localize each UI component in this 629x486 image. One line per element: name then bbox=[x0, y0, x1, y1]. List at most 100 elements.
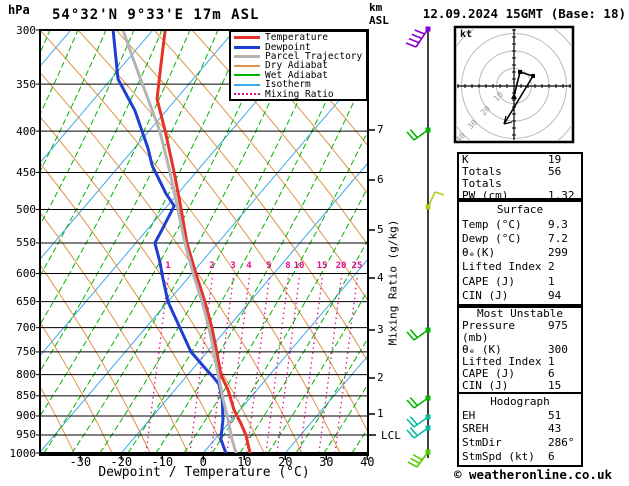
wind-barb-tick bbox=[405, 42, 417, 48]
index-label: Totals Totals bbox=[462, 165, 502, 190]
legend-label: Dry Adiabat bbox=[265, 60, 328, 72]
index-row: CAPE (J) 1 bbox=[462, 274, 578, 288]
wind-barb bbox=[406, 395, 431, 409]
hodograph-unit-label: kt bbox=[460, 29, 473, 40]
index-row: Dewp (°C) 7.2 bbox=[462, 231, 578, 245]
legend: Temperature Dewpoint Parcel Trajectory D… bbox=[229, 30, 368, 101]
pressure-tick-label: 300 bbox=[16, 23, 36, 37]
station-title: 54°32'N 9°33'E 17m ASL bbox=[52, 7, 260, 23]
skewt-sounding-page: 54°32'N 9°33'E 17m ASL hPa km ASL 12.09.… bbox=[0, 0, 629, 486]
legend-item: Mixing Ratio bbox=[234, 89, 366, 99]
mixing-ratio-line bbox=[299, 271, 324, 453]
pressure-tick-label: 800 bbox=[16, 368, 36, 382]
height-axis-unit-km: km bbox=[369, 1, 383, 14]
pressure-tick-label: 600 bbox=[16, 267, 36, 281]
index-label: StmDir bbox=[462, 436, 502, 450]
hodograph-trace-marker bbox=[518, 70, 522, 74]
mixing-ratio-value-label: 15 bbox=[316, 261, 328, 271]
mixing-ratio-value-label: 10 bbox=[293, 261, 305, 271]
index-value: 7.2 bbox=[548, 231, 568, 245]
index-row: Pressure (mb) 975 bbox=[462, 320, 578, 344]
index-label: Lifted Index bbox=[462, 260, 542, 274]
copyright: © weatheronline.co.uk bbox=[453, 467, 613, 482]
dewpoint-line-swatch bbox=[234, 45, 260, 49]
index-row: StmSpd (kt) 6 bbox=[462, 451, 578, 463]
wind-barb bbox=[406, 127, 431, 141]
wind-barb-tick bbox=[408, 37, 420, 44]
temp-tick-label: 30 bbox=[319, 455, 334, 469]
index-row: θₑ(K) 299 bbox=[462, 247, 578, 259]
dry-adiabat-swatch bbox=[234, 64, 260, 67]
wind-barb-marker bbox=[425, 127, 431, 133]
isotherm-swatch bbox=[234, 83, 260, 86]
wind-barb bbox=[406, 327, 431, 341]
mixing-ratio-swatch bbox=[234, 93, 260, 96]
mixing-ratio-value-label: 3 bbox=[230, 261, 236, 271]
index-label: Dewp (°C) bbox=[462, 231, 522, 245]
pressure-tick-label: 550 bbox=[16, 236, 36, 250]
index-value: 6 bbox=[548, 450, 555, 464]
pressure-tick-label: 850 bbox=[16, 389, 36, 403]
km-tick-label: 2 bbox=[377, 371, 384, 384]
index-label: CAPE (J) bbox=[462, 274, 515, 288]
wet-adiabat-line bbox=[604, 30, 629, 453]
mixing-ratio-value-label: 2 bbox=[209, 261, 215, 271]
pressure-tick-label: 700 bbox=[16, 321, 36, 335]
run-datetime: 12.09.2024 15GMT (Base: 18) bbox=[422, 6, 626, 21]
pressure-tick-label: 900 bbox=[16, 409, 36, 423]
index-row: Lifted Index 2 bbox=[462, 261, 578, 273]
index-value: 43 bbox=[548, 422, 562, 436]
wind-barb bbox=[406, 414, 431, 428]
wind-barb-tick bbox=[414, 29, 425, 35]
km-tick-label: 7 bbox=[377, 123, 384, 136]
pressure-tick-label: 450 bbox=[16, 165, 36, 179]
index-label: SREH bbox=[462, 422, 489, 436]
pressure-tick-label: 750 bbox=[16, 345, 36, 359]
index-value: 286° bbox=[548, 436, 575, 450]
km-tick-label: 6 bbox=[377, 173, 384, 186]
surface-box-title: Surface bbox=[496, 203, 544, 217]
mixing-ratio-value-label: 5 bbox=[266, 261, 272, 271]
stability-indices-box: K 19 Totals Totals 56 PW (cm) 1.32 bbox=[457, 152, 583, 202]
index-value: 299 bbox=[548, 246, 568, 259]
wind-barb-marker bbox=[425, 425, 431, 431]
index-label: Pressure (mb) bbox=[462, 319, 515, 344]
index-label: CIN (J) bbox=[462, 379, 509, 392]
surface-box: Surface Temp (°C) 9.3 Dewp (°C) 7.2 θₑ(K) 2… bbox=[457, 200, 583, 306]
pressure-tick-label: 500 bbox=[16, 202, 36, 216]
index-row: StmDir 286° bbox=[462, 437, 578, 449]
index-label: θₑ(K) bbox=[462, 246, 496, 259]
index-label: Temp (°C) bbox=[462, 217, 522, 231]
pressure-tick-label: 1000 bbox=[9, 446, 37, 460]
temp-tick-label: -10 bbox=[151, 455, 174, 469]
index-value: 975 bbox=[548, 319, 568, 332]
index-value: 9.3 bbox=[548, 217, 568, 231]
wind-barb-marker bbox=[425, 204, 431, 210]
mixing-ratio-value-label: 25 bbox=[351, 261, 363, 271]
wet-adiabat-swatch bbox=[234, 74, 260, 77]
index-label: EH bbox=[462, 408, 476, 422]
index-row: Temp (°C) 9.3 bbox=[462, 217, 578, 231]
wet-adiabat-line bbox=[576, 30, 629, 453]
mixing-ratio-value-label: 1 bbox=[165, 261, 171, 271]
km-tick-label: 4 bbox=[377, 271, 384, 284]
wind-barb-marker bbox=[425, 327, 431, 333]
wet-adiabat-line bbox=[41, 31, 247, 416]
index-label: StmSpd (kt) bbox=[462, 450, 535, 464]
wind-barb-tick bbox=[411, 33, 423, 40]
dry-adiabat-line bbox=[610, 30, 629, 453]
dewpoint-curve bbox=[111, 31, 228, 453]
hodograph-stats-box: Hodograph EH 51 SREH 43 StmDir 286° StmSpd … bbox=[457, 392, 583, 467]
mixing-ratio-value-label: 4 bbox=[246, 261, 252, 271]
pressure-tick-label: 400 bbox=[16, 124, 36, 138]
wind-barb-tick bbox=[410, 457, 421, 465]
wind-barb bbox=[407, 449, 431, 468]
temp-tick-label: 10 bbox=[237, 455, 252, 469]
mixing-ratio-line bbox=[145, 271, 170, 453]
legend-label: Temperature bbox=[265, 32, 328, 44]
index-row: CIN (J) 94 bbox=[462, 288, 578, 302]
pressure-tick-label: 950 bbox=[16, 428, 36, 442]
index-label: CIN (J) bbox=[462, 288, 509, 302]
pressure-tick-label: 350 bbox=[16, 77, 36, 91]
legend-item: Isotherm bbox=[234, 80, 366, 89]
